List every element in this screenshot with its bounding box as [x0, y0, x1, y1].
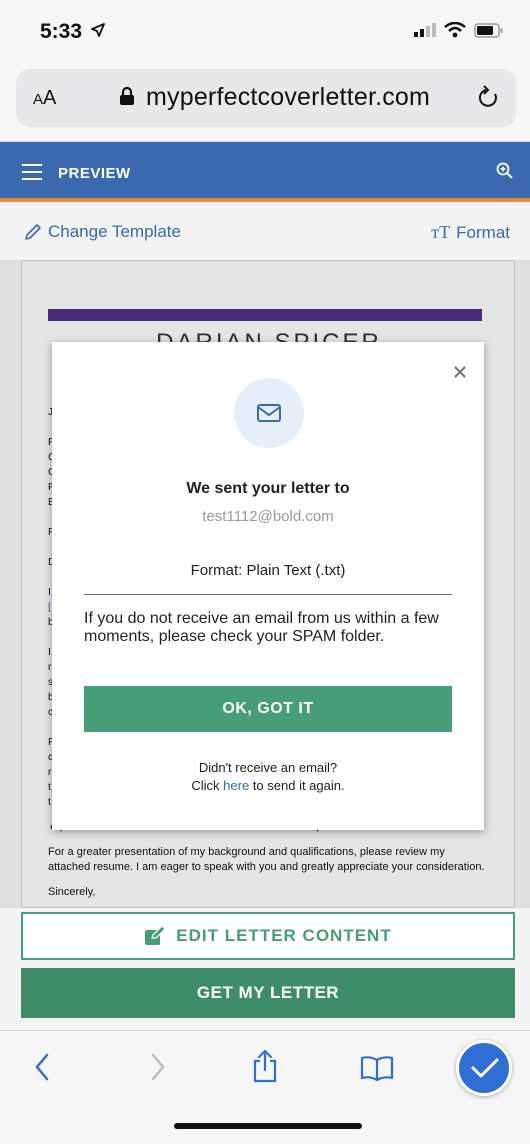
forward-icon[interactable]: [150, 1053, 166, 1081]
checkmark-badge[interactable]: [456, 1040, 512, 1096]
change-template-label: Change Template: [48, 222, 181, 241]
edit-icon: [145, 926, 167, 945]
clock-text: 5:33: [40, 20, 83, 43]
recipient-email: test1112@bold.com: [202, 508, 334, 525]
pencil-icon: [25, 224, 41, 240]
email-sent-dialog: We sent your letter to test1112@bold.com…: [52, 342, 484, 830]
app-header: PREVIEW: [0, 142, 530, 202]
editor-toolbar: Change Template ᴛT Format: [0, 206, 530, 258]
format-label: Format: [456, 222, 510, 242]
edit-letter-content-button[interactable]: EDIT LETTER CONTENT: [21, 912, 515, 960]
lock-icon: [120, 86, 134, 105]
reload-icon[interactable]: [478, 85, 500, 109]
cellular-signal-icon: [414, 23, 436, 37]
home-indicator: [174, 1123, 362, 1129]
address-bar[interactable]: AA myperfectcoverletter.com: [16, 69, 516, 127]
share-icon[interactable]: [252, 1049, 278, 1083]
header-title: PREVIEW: [58, 165, 131, 182]
divider: [84, 594, 452, 595]
resend-prefix: Click: [191, 778, 224, 793]
wifi-icon: [444, 22, 466, 38]
format-button[interactable]: ᴛT Format: [431, 222, 510, 243]
resend-link[interactable]: here: [223, 778, 249, 793]
status-icons: [414, 22, 504, 38]
dialog-heading: We sent your letter to: [186, 480, 350, 497]
resend-suffix: to send it again.: [249, 778, 345, 793]
ok-got-it-button[interactable]: OK, GOT IT: [84, 686, 452, 732]
browser-address-area: AA myperfectcoverletter.com: [0, 64, 530, 142]
change-template-button[interactable]: Change Template: [24, 222, 181, 242]
close-button[interactable]: [454, 358, 466, 384]
edit-button-label: EDIT LETTER CONTENT: [176, 926, 392, 945]
resend-question: Didn't receive an email?: [198, 760, 338, 775]
location-arrow-icon: [90, 23, 105, 37]
envelope-icon: [257, 404, 281, 422]
checkmark-icon: [471, 1058, 499, 1078]
mail-icon-badge: [234, 378, 304, 448]
browser-toolbar: [0, 1030, 530, 1144]
status-time: 5:33: [40, 20, 105, 44]
bookmarks-icon[interactable]: [360, 1055, 394, 1081]
text-size-button[interactable]: AA: [33, 87, 56, 110]
spam-note: If you do not receive an email from us w…: [84, 610, 439, 645]
format-info: Format: Plain Text (.txt): [190, 562, 346, 579]
get-my-letter-button[interactable]: GET MY LETTER: [21, 968, 515, 1018]
zoom-in-icon[interactable]: [496, 162, 514, 180]
text-format-icon: ᴛT: [431, 222, 451, 242]
aa-small-label: A: [33, 91, 44, 108]
battery-icon: [474, 22, 503, 38]
close-icon: [454, 366, 466, 378]
resend-line: Click here to send it again.: [52, 778, 484, 793]
status-bar: 5:33: [0, 0, 530, 64]
aa-large-label: A: [43, 87, 57, 109]
back-icon[interactable]: [34, 1053, 50, 1081]
url-text: myperfectcoverletter.com: [146, 83, 431, 111]
menu-icon[interactable]: [22, 164, 42, 185]
